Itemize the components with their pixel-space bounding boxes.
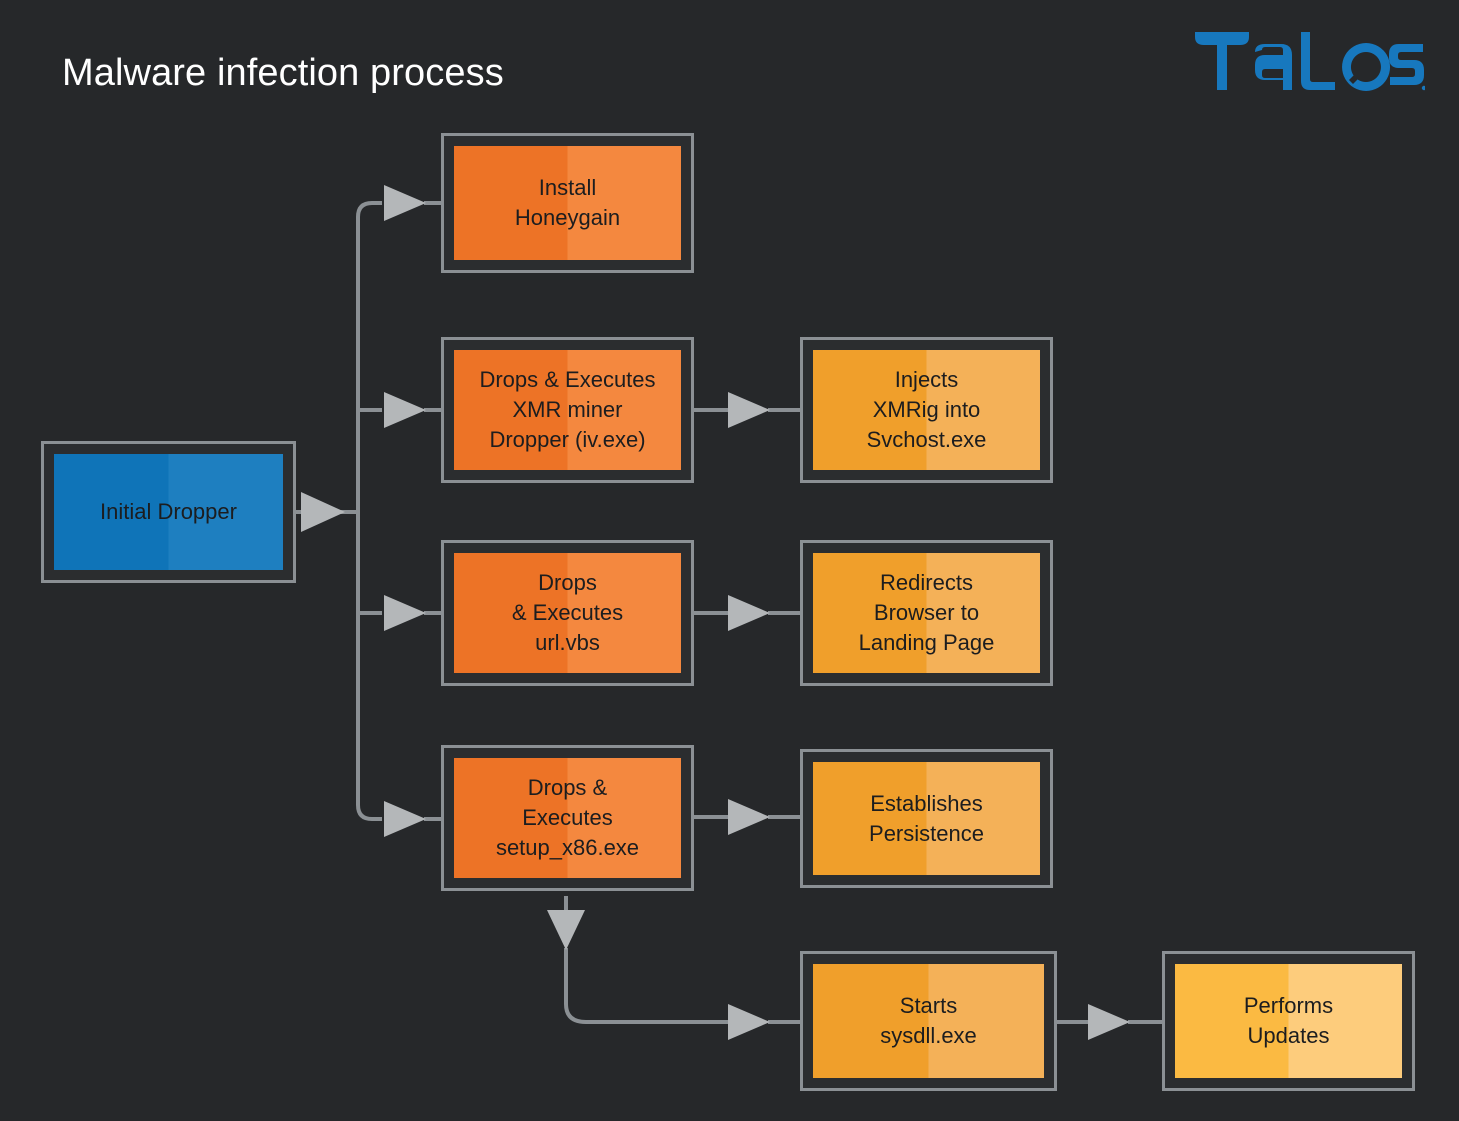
node-fill: Starts sysdll.exe bbox=[813, 964, 1044, 1078]
node-label: Drops & Executes XMR miner Dropper (iv.e… bbox=[479, 367, 656, 452]
node-redirects-browser[interactable]: Redirects Browser to Landing Page bbox=[800, 540, 1053, 686]
node-label: Injects XMRig into Svchost.exe bbox=[866, 367, 987, 452]
node-url-vbs[interactable]: Drops & Executes url.vbs bbox=[441, 540, 694, 686]
node-label: Performs Updates bbox=[1243, 993, 1334, 1048]
talos-logo bbox=[1193, 26, 1425, 96]
edge-setup-down-b bbox=[564, 948, 728, 1024]
node-label: Initial Dropper bbox=[100, 499, 237, 525]
arrowhead-persistence bbox=[728, 799, 770, 835]
node-label: Establishes Persistence bbox=[869, 790, 984, 846]
arrowhead-setup bbox=[384, 801, 426, 837]
arrowhead-injects bbox=[728, 392, 770, 428]
node-fill: Drops & Executes url.vbs bbox=[454, 553, 681, 673]
arrowhead-honeygain bbox=[384, 185, 426, 221]
page-title: Malware infection process bbox=[62, 52, 504, 94]
node-fill: Redirects Browser to Landing Page bbox=[813, 553, 1040, 673]
node-label: Starts sysdll.exe bbox=[880, 993, 977, 1048]
node-establishes-persistence[interactable]: Establishes Persistence bbox=[800, 749, 1053, 888]
arrowhead-xmr bbox=[384, 392, 426, 428]
node-fill: Drops & Executes XMR miner Dropper (iv.e… bbox=[454, 350, 681, 470]
node-fill: Install Honeygain bbox=[454, 146, 681, 260]
node-starts-sysdll[interactable]: Starts sysdll.exe bbox=[800, 951, 1057, 1091]
node-fill: Initial Dropper bbox=[54, 454, 283, 570]
node-fill: Establishes Persistence bbox=[813, 762, 1040, 875]
node-install-honeygain[interactable]: Install Honeygain bbox=[441, 133, 694, 273]
arrowhead-url bbox=[384, 595, 426, 631]
node-fill: Drops & Executes setup_x86.exe bbox=[454, 758, 681, 878]
node-label: Install Honeygain bbox=[514, 175, 621, 230]
node-performs-updates[interactable]: Performs Updates bbox=[1162, 951, 1415, 1091]
node-label: Drops & Executes url.vbs bbox=[511, 570, 624, 655]
node-label: Redirects Browser to Landing Page bbox=[858, 570, 995, 655]
node-setup-x86[interactable]: Drops & Executes setup_x86.exe bbox=[441, 745, 694, 891]
arrowhead-updates bbox=[1088, 1004, 1130, 1040]
node-fill: Injects XMRig into Svchost.exe bbox=[813, 350, 1040, 470]
node-fill: Performs Updates bbox=[1175, 964, 1402, 1078]
arrowhead-sysdll bbox=[728, 1004, 770, 1040]
arrowhead-redirects bbox=[728, 595, 770, 631]
edge-trunk-vertical bbox=[356, 201, 382, 821]
arrowhead-dropper-trunk bbox=[301, 492, 345, 532]
node-injects-xmrig[interactable]: Injects XMRig into Svchost.exe bbox=[800, 337, 1053, 483]
node-initial-dropper[interactable]: Initial Dropper bbox=[41, 441, 296, 583]
node-xmr-dropper[interactable]: Drops & Executes XMR miner Dropper (iv.e… bbox=[441, 337, 694, 483]
arrowhead-setup-down bbox=[547, 910, 585, 950]
node-label: Drops & Executes setup_x86.exe bbox=[495, 775, 640, 860]
